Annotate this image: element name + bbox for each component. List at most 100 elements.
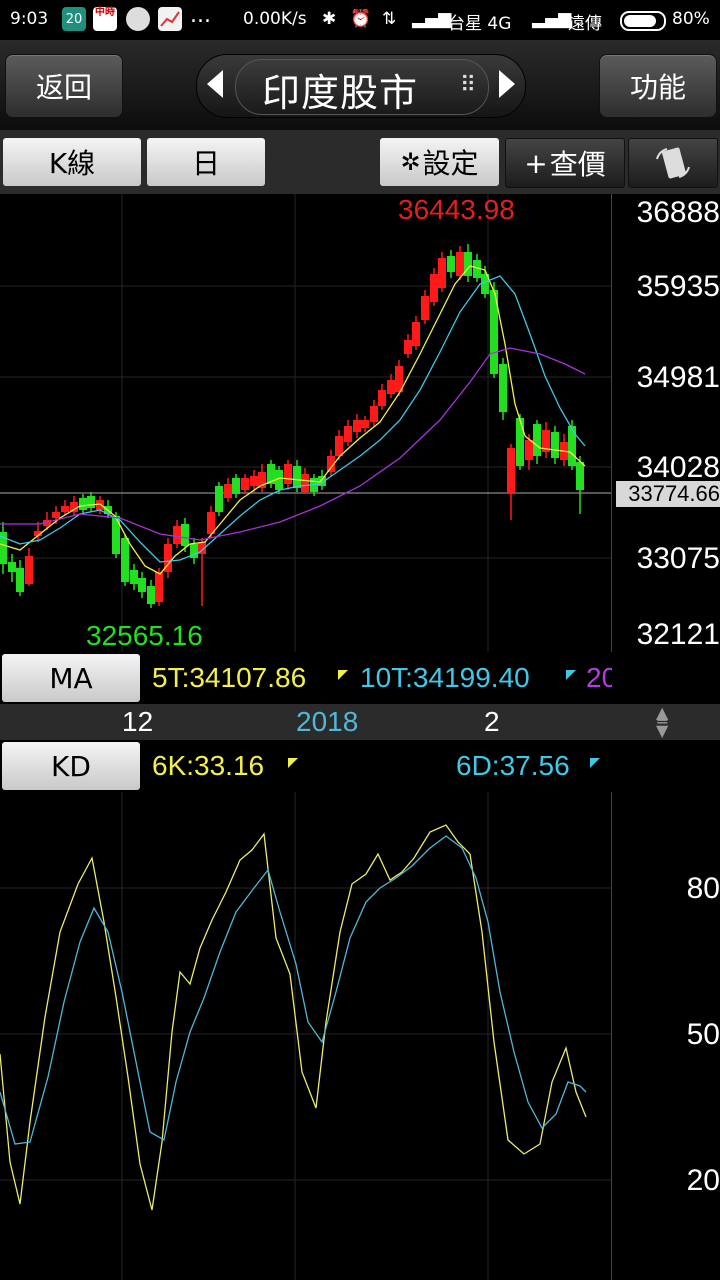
candle — [16, 568, 24, 592]
candle — [121, 538, 129, 582]
candle — [412, 322, 420, 346]
kd-y-label: 80 — [686, 872, 720, 905]
candle — [293, 466, 301, 488]
period-button[interactable]: 日 — [147, 138, 265, 186]
candle — [112, 516, 120, 554]
resize-handle-icon[interactable]: ▲ ═ ▼ — [656, 705, 668, 739]
x-label-year: 2018 — [296, 706, 359, 737]
candle — [507, 448, 515, 494]
back-button[interactable]: 返回 — [5, 54, 123, 118]
signal-icon: ▂▄▆ — [412, 9, 452, 29]
candle — [438, 258, 446, 288]
market-selector: 印度股市 ⠿ — [196, 54, 526, 118]
chart-app-icon — [158, 7, 182, 31]
notification-badge-icon: 20 — [62, 7, 86, 31]
kd-y-label: 50 — [686, 1018, 720, 1051]
kd-y-label: 20 — [686, 1164, 720, 1197]
candle — [215, 486, 223, 512]
kline-button[interactable]: K線 — [3, 138, 141, 186]
period-low-label: 32565.16 — [86, 620, 203, 651]
function-button[interactable]: 功能 — [599, 54, 717, 118]
candle — [353, 420, 361, 432]
candle — [370, 406, 378, 422]
candle — [284, 464, 292, 484]
ma5-trend-icon — [338, 670, 348, 680]
candle — [533, 424, 541, 456]
chart-toolbar: K線 日 ✲ 設定 + 查價 — [0, 130, 720, 194]
candle — [79, 498, 87, 510]
candle — [8, 562, 16, 572]
axis-divider — [611, 194, 612, 652]
previous-market-icon[interactable] — [207, 70, 223, 98]
rotate-screen-icon — [656, 147, 690, 179]
k-value: 6K:33.16 — [152, 750, 265, 781]
news-app-icon: 中時 — [93, 7, 117, 31]
kline-chart-panel[interactable]: 36888 35935 34981 34028 33774.66 33075 3… — [0, 194, 720, 652]
candle — [378, 390, 386, 406]
candle — [404, 340, 412, 354]
candle — [447, 256, 455, 272]
y-label: 33075 — [636, 542, 720, 575]
y-label: 36888 — [636, 196, 720, 229]
kd-indicator-bar: KD 6K:33.16 6D:37.56 — [0, 740, 612, 792]
gear-icon: ✲ — [400, 148, 421, 176]
news-app-label: 中時 — [95, 7, 115, 18]
y-label: 34028 — [636, 451, 720, 484]
kd-button[interactable]: KD — [2, 742, 140, 790]
axis-divider — [611, 792, 612, 1280]
kd-chart-panel[interactable]: 80 50 20 — [0, 792, 720, 1280]
candle — [181, 524, 189, 546]
candle — [568, 426, 576, 466]
candle — [551, 432, 559, 458]
candle — [430, 274, 438, 302]
settings-app-icon — [126, 7, 150, 31]
y-label: 34981 — [636, 361, 720, 394]
title-box[interactable]: 印度股市 ⠿ — [235, 59, 489, 115]
quote-button[interactable]: + 查價 — [505, 138, 625, 188]
d-trend-icon — [590, 758, 600, 768]
header: 返回 印度股市 ⠿ 功能 — [0, 40, 720, 130]
candle — [576, 462, 584, 490]
next-market-icon[interactable] — [499, 70, 515, 98]
battery-icon — [620, 11, 666, 31]
rotate-screen-button[interactable] — [628, 138, 718, 188]
data-transfer-icon: ⇅ — [382, 9, 397, 29]
d-line — [0, 835, 587, 1145]
kline-chart[interactable] — [0, 194, 612, 652]
candle — [130, 570, 138, 584]
candle — [499, 364, 507, 412]
candle — [241, 478, 249, 490]
candle — [335, 436, 343, 456]
y-label: 32121 — [636, 618, 720, 651]
candle — [525, 440, 533, 460]
d-value: 6D:37.56 — [456, 750, 570, 781]
k-line — [0, 824, 587, 1211]
ma-button[interactable]: MA — [2, 654, 140, 702]
candle — [387, 380, 395, 394]
plus-icon: + — [524, 146, 548, 180]
candle — [87, 496, 95, 508]
bluetooth-icon: ✱ — [322, 9, 337, 29]
notification-count: 20 — [65, 11, 83, 27]
k-trend-icon — [288, 758, 298, 768]
y-label: 35935 — [636, 270, 720, 303]
candle — [421, 296, 429, 320]
carrier-2: 遠傳 — [568, 14, 602, 34]
kd-chart[interactable] — [0, 792, 612, 1280]
settings-button[interactable]: ✲ 設定 — [380, 138, 499, 186]
candle — [52, 512, 60, 518]
candle — [232, 478, 240, 494]
candle — [155, 572, 163, 602]
x-label: 12 — [122, 706, 154, 737]
signal-icon-2: ▂▄▆ — [532, 9, 572, 29]
ma10-value: 10T:34199.40 — [360, 662, 530, 693]
x-label: 2 — [484, 706, 500, 737]
candle — [361, 420, 369, 428]
ma-bar-spacer — [612, 652, 720, 704]
candle — [138, 578, 146, 592]
current-price-tag: 33774.66 — [616, 481, 720, 507]
candle — [301, 474, 309, 492]
candle — [173, 526, 181, 544]
candle — [344, 426, 352, 442]
clock: 9:03 — [10, 9, 49, 29]
